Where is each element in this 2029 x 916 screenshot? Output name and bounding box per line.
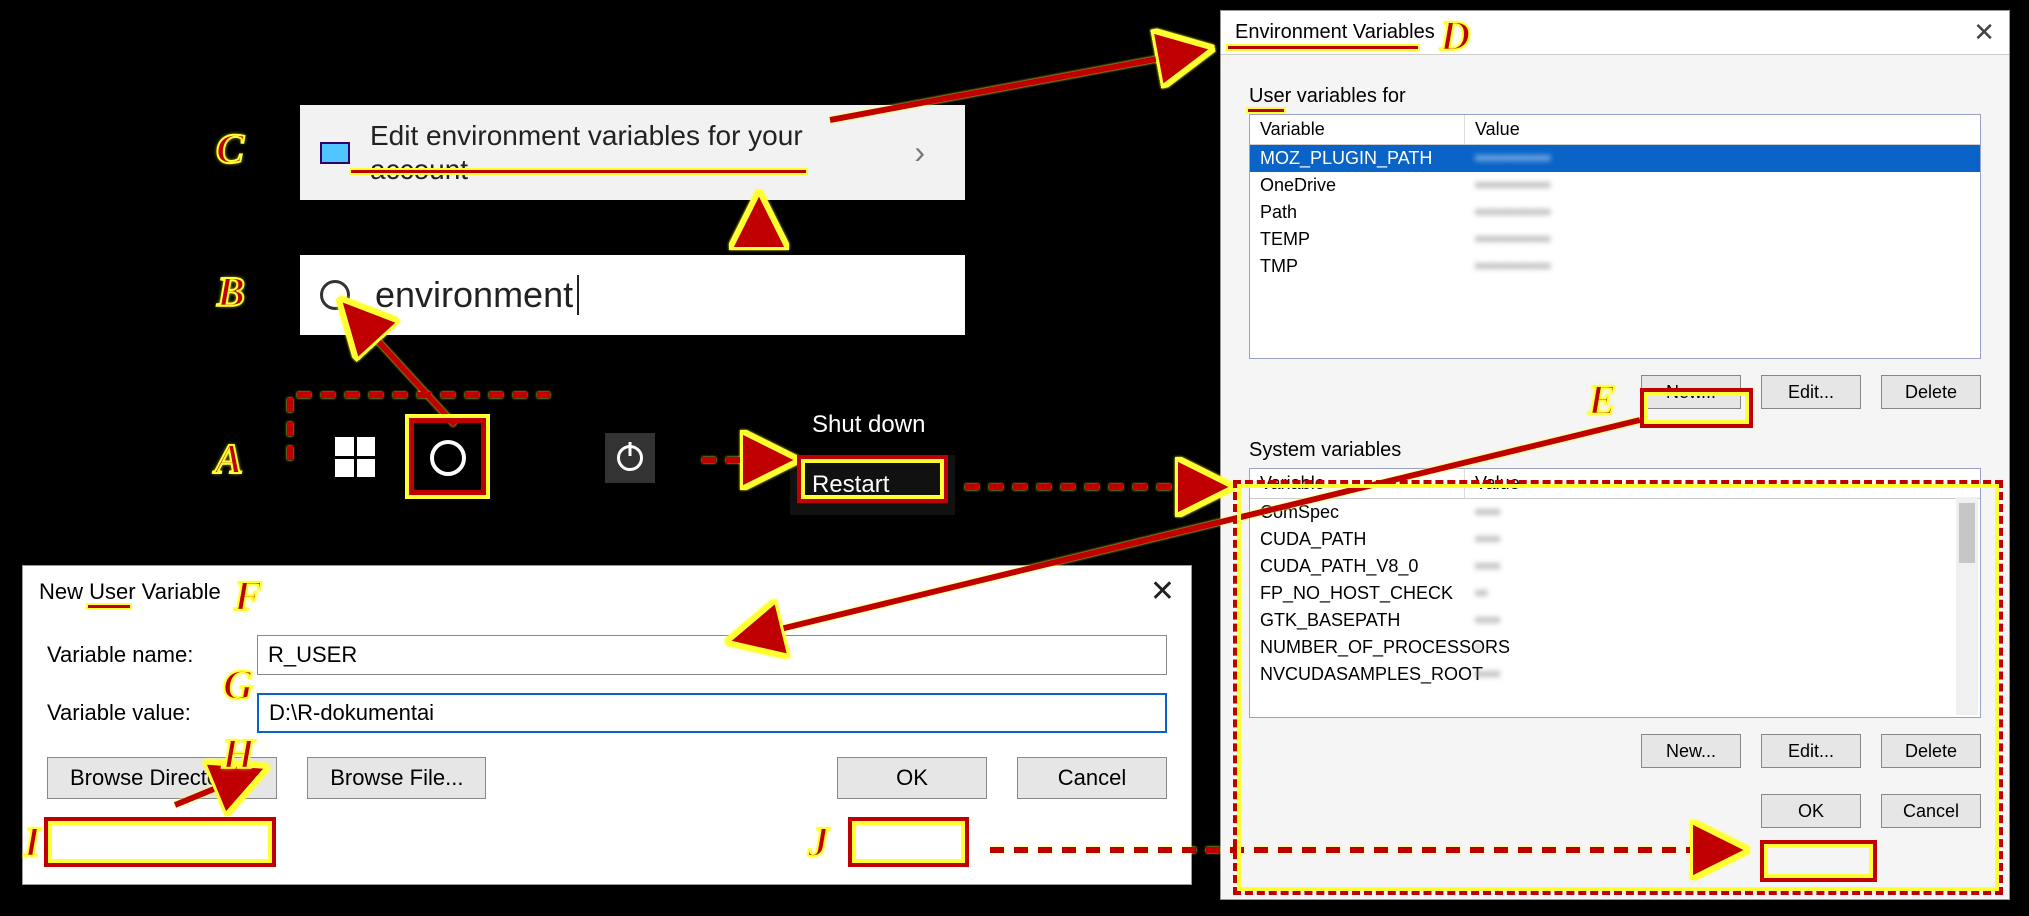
- table-row[interactable]: Path••••••••••••: [1250, 199, 1980, 226]
- table-row[interactable]: OneDrive••••••••••••: [1250, 172, 1980, 199]
- new-var-title: New User Variable: [39, 579, 221, 605]
- chevron-right-icon[interactable]: ›: [894, 134, 945, 171]
- user-vars-label: User variables for: [1249, 85, 1981, 108]
- annotation-j: J: [808, 819, 829, 867]
- new-var-cancel-button[interactable]: Cancel: [1017, 757, 1167, 799]
- close-icon[interactable]: ✕: [1150, 574, 1175, 609]
- table-row[interactable]: FP_NO_HOST_CHECK••: [1250, 580, 1980, 607]
- menu-item-restart[interactable]: Restart: [790, 455, 955, 515]
- table-row[interactable]: NUMBER_OF_PROCESSORS•: [1250, 634, 1980, 661]
- search-icon: [320, 280, 350, 310]
- user-edit-button[interactable]: Edit...: [1761, 375, 1861, 409]
- monitor-icon: [320, 142, 350, 164]
- system-vars-list[interactable]: Variable Value ComSpec••••CUDA_PATH••••C…: [1249, 468, 1981, 718]
- annotation-i: I: [24, 819, 40, 867]
- system-new-button[interactable]: New...: [1641, 734, 1741, 768]
- col-value[interactable]: Value: [1465, 115, 1980, 144]
- cortana-ring-icon: [430, 440, 466, 476]
- search-result-card[interactable]: Edit environment variables for your acco…: [300, 105, 965, 200]
- annotation-c: C: [216, 126, 244, 174]
- search-bar[interactable]: environment: [300, 255, 965, 335]
- variable-value-value: D:\R-dokumentai: [269, 700, 434, 726]
- power-icon: [617, 445, 643, 471]
- table-row[interactable]: ComSpec••••: [1250, 499, 1980, 526]
- col-value-sys[interactable]: Value: [1465, 469, 1980, 498]
- variable-name-value: R_USER: [268, 642, 357, 668]
- env-ok-button[interactable]: OK: [1761, 794, 1861, 828]
- environment-variables-dialog: Environment Variables ✕ User variables f…: [1220, 10, 2010, 900]
- table-row[interactable]: GTK_BASEPATH••••: [1250, 607, 1980, 634]
- new-user-variable-dialog: New User Variable ✕ Variable name: R_USE…: [22, 565, 1192, 885]
- user-new-button[interactable]: New...: [1641, 375, 1741, 409]
- annotation-h: H: [222, 731, 255, 779]
- browse-file-button[interactable]: Browse File...: [307, 757, 486, 799]
- col-variable-sys[interactable]: Variable: [1250, 469, 1465, 498]
- search-result-text: Edit environment variables for your acco…: [370, 119, 894, 186]
- env-cancel-button[interactable]: Cancel: [1881, 794, 1981, 828]
- table-row[interactable]: CUDA_PATH_V8_0••••: [1250, 553, 1980, 580]
- user-delete-button[interactable]: Delete: [1881, 375, 1981, 409]
- power-menu: Shut down Restart: [790, 395, 955, 510]
- table-row[interactable]: MOZ_PLUGIN_PATH••••••••••••: [1250, 145, 1980, 172]
- user-vars-list[interactable]: Variable Value MOZ_PLUGIN_PATH••••••••••…: [1249, 114, 1981, 359]
- power-button[interactable]: [605, 433, 655, 483]
- annotation-b: B: [217, 269, 245, 317]
- table-row[interactable]: NVCUDASAMPLES_ROOT••••: [1250, 661, 1980, 688]
- table-row[interactable]: CUDA_PATH••••: [1250, 526, 1980, 553]
- system-delete-button[interactable]: Delete: [1881, 734, 1981, 768]
- new-var-ok-button[interactable]: OK: [837, 757, 987, 799]
- annotation-f: F: [234, 573, 262, 621]
- annotation-a: A: [215, 436, 243, 484]
- windows-start-icon[interactable]: [335, 437, 375, 477]
- table-row[interactable]: TMP••••••••••••: [1250, 253, 1980, 280]
- variable-name-input[interactable]: R_USER: [257, 635, 1167, 675]
- annotation-e: E: [1588, 377, 1616, 425]
- cortana-search-button[interactable]: [415, 425, 480, 490]
- search-query: environment: [375, 274, 573, 316]
- text-cursor: [577, 275, 579, 315]
- new-var-titlebar: New User Variable ✕: [23, 566, 1191, 617]
- dialog-title: Environment Variables: [1235, 21, 1435, 44]
- table-row[interactable]: TEMP••••••••••••: [1250, 226, 1980, 253]
- system-edit-button[interactable]: Edit...: [1761, 734, 1861, 768]
- taskbar: [335, 425, 715, 490]
- scrollbar[interactable]: [1956, 497, 1978, 715]
- variable-value-input[interactable]: D:\R-dokumentai: [257, 693, 1167, 733]
- annotation-g: G: [223, 662, 253, 710]
- close-icon[interactable]: ✕: [1973, 17, 1995, 48]
- annotation-d: D: [1440, 13, 1470, 61]
- col-variable[interactable]: Variable: [1250, 115, 1465, 144]
- system-vars-label: System variables: [1249, 439, 1981, 462]
- menu-item-shutdown[interactable]: Shut down: [790, 395, 955, 455]
